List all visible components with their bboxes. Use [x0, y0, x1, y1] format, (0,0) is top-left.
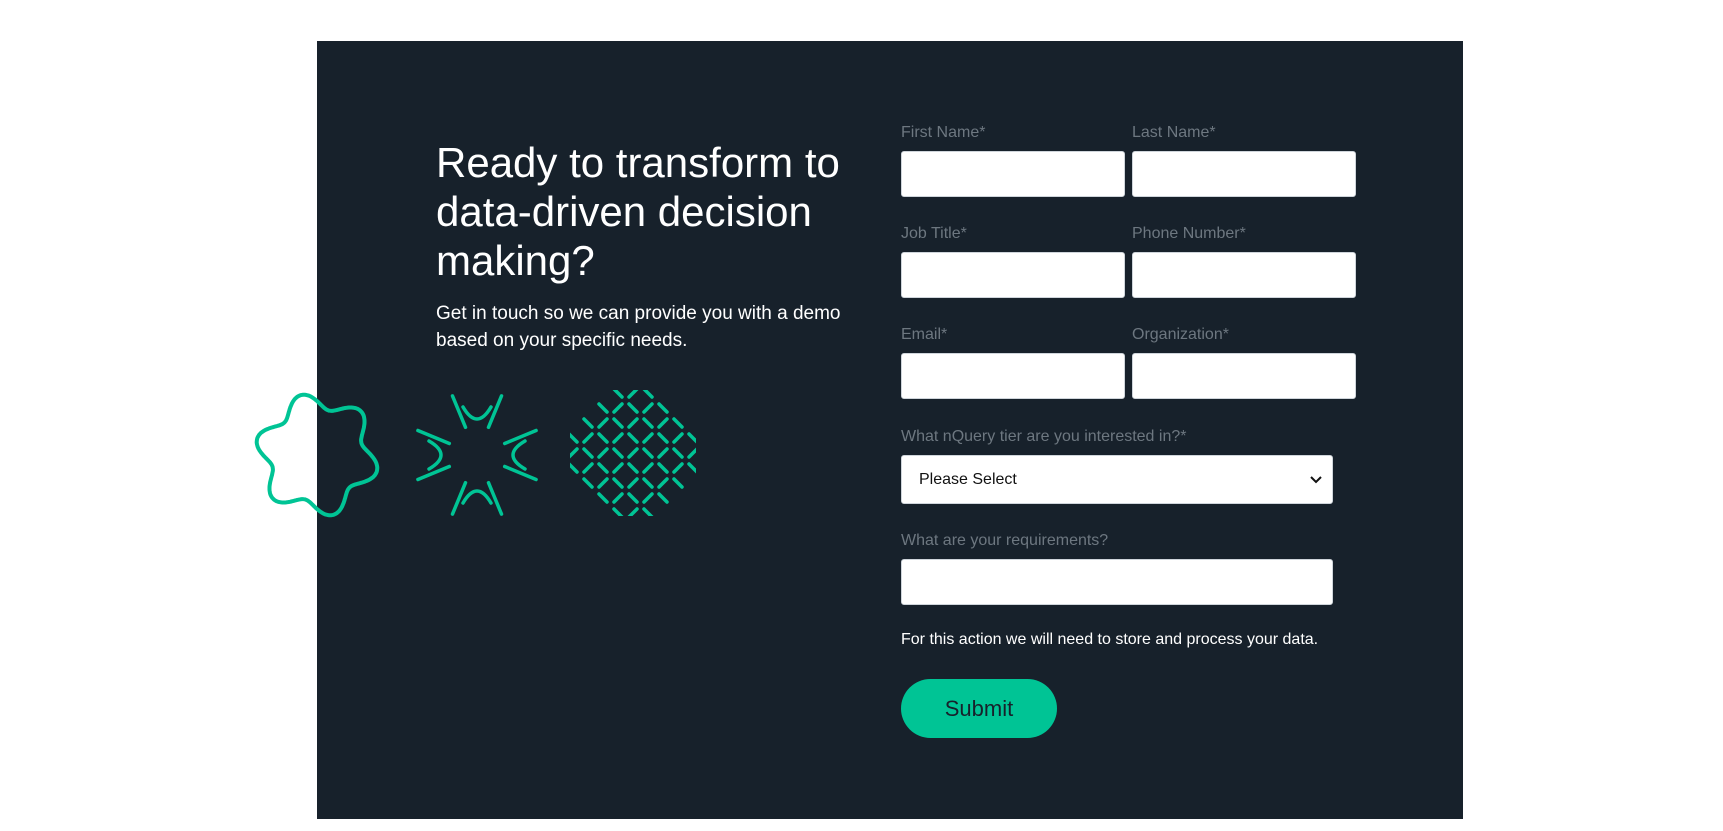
page-subtitle: Get in touch so we can provide you with … — [436, 303, 841, 351]
radial-burst-icon — [416, 394, 538, 516]
submit-button[interactable]: Submit — [901, 679, 1057, 738]
phone-number-field[interactable] — [1132, 252, 1356, 298]
last-name-field[interactable] — [1132, 151, 1356, 197]
job-title-field[interactable] — [901, 252, 1125, 298]
dashed-pattern-icon — [570, 390, 696, 516]
organization-label: Organization* — [1132, 326, 1229, 343]
last-name-label: Last Name* — [1132, 124, 1216, 141]
tier-select[interactable]: Please Select — [901, 455, 1333, 504]
phone-number-label: Phone Number* — [1132, 225, 1246, 242]
tier-label: What nQuery tier are you interested in?* — [901, 428, 1187, 445]
job-title-label: Job Title* — [901, 225, 967, 242]
email-label: Email* — [901, 326, 948, 343]
email-field[interactable] — [901, 353, 1125, 399]
tier-select-value: Please Select — [919, 470, 1017, 488]
page-title: Ready to transform to data-driven decisi… — [436, 139, 840, 284]
data-processing-notice: For this action we will need to store an… — [901, 631, 1319, 648]
wavy-ring-icon — [254, 392, 380, 518]
chevron-down-icon — [1310, 475, 1322, 483]
first-name-field[interactable] — [901, 151, 1125, 197]
requirements-field[interactable] — [901, 559, 1333, 605]
requirements-label: What are your requirements? — [901, 532, 1109, 549]
first-name-label: First Name* — [901, 124, 986, 141]
organization-field[interactable] — [1132, 353, 1356, 399]
